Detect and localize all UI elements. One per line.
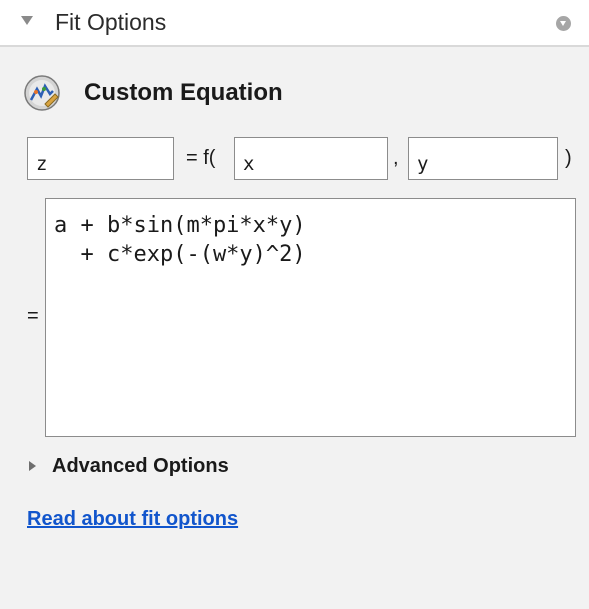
fit-options-help-link[interactable]: Read about fit options: [27, 508, 238, 531]
collapse-arrow-icon[interactable]: [21, 16, 33, 25]
panel-title: Fit Options: [55, 9, 167, 35]
equals-label: =: [27, 305, 39, 327]
fit-type-label: Custom Equation: [84, 79, 283, 106]
panel-menu-icon[interactable]: [556, 16, 571, 31]
output-variable-input[interactable]: [27, 137, 174, 180]
advanced-options-toggle[interactable]: Advanced Options: [52, 455, 229, 478]
expand-arrow-icon[interactable]: [29, 461, 36, 471]
comma-separator: ,: [393, 147, 399, 169]
function-close-label: ): [565, 147, 572, 169]
function-open-label: = f(: [186, 147, 216, 169]
equation-editor[interactable]: a + b*sin(m*pi*x*y) + c*exp(-(w*y)^2): [45, 198, 576, 437]
x-variable-input[interactable]: [234, 137, 388, 180]
panel-header[interactable]: Fit Options: [0, 0, 589, 47]
y-variable-input[interactable]: [408, 137, 558, 180]
custom-equation-icon: [24, 75, 60, 111]
